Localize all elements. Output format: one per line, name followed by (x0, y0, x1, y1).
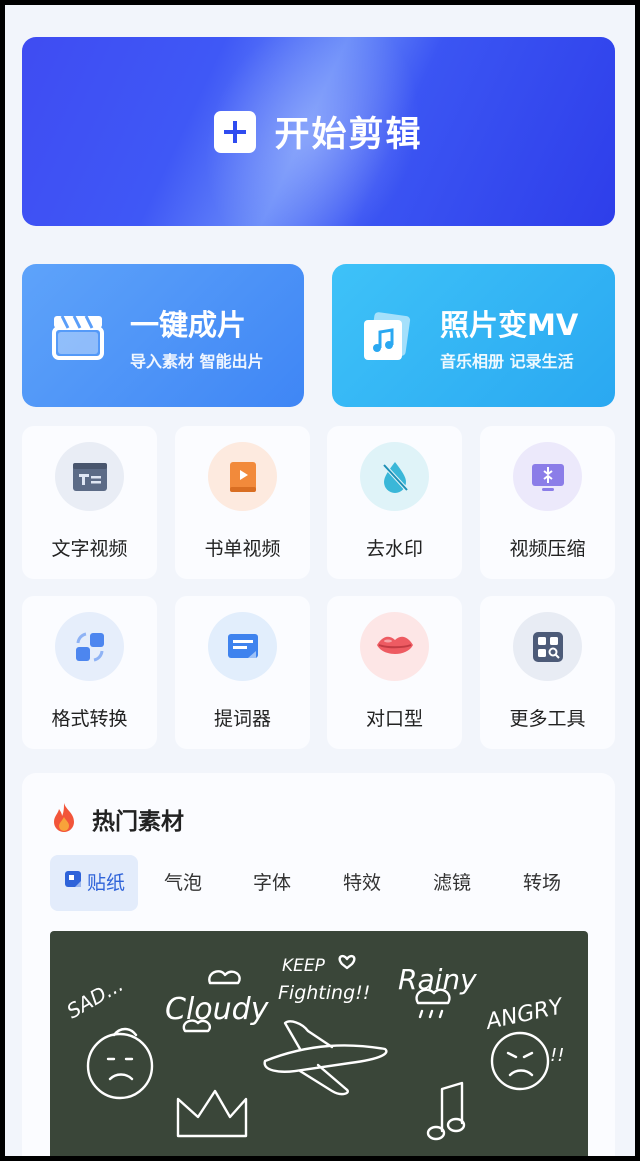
tab-label: 特效 (343, 872, 382, 894)
plus-icon (214, 110, 257, 153)
sticker-word: SAD... (63, 972, 128, 1023)
hot-materials-panel: 热门素材 贴纸 气泡 字体 特效 滤镜 转场 SAD... Cloudy KEE… (22, 773, 615, 1156)
feature-title: 照片变MV (440, 308, 579, 342)
video-compress-icon (513, 442, 582, 511)
tab-label: 滤镜 (433, 872, 472, 894)
tab-bubbles[interactable]: 气泡 (164, 855, 202, 911)
lip-sync-icon (360, 612, 429, 681)
tool-label: 更多工具 (509, 708, 586, 730)
sticker-word: ANGRY (482, 994, 566, 1035)
format-convert-icon (55, 612, 124, 681)
book-video-icon (208, 442, 277, 511)
tab-label: 气泡 (164, 872, 203, 894)
hot-materials-header: 热门素材 (50, 801, 184, 837)
sticker-word: Fighting!! (278, 982, 370, 1004)
tool-video-compress[interactable]: 视频压缩 (480, 426, 615, 579)
tab-stickers[interactable]: 贴纸 (50, 855, 138, 911)
cloud-sticker (208, 970, 241, 985)
tool-lip-sync[interactable]: 对口型 (327, 596, 462, 749)
tool-label: 书单视频 (204, 538, 281, 560)
sticker-tab-icon (63, 855, 83, 911)
tab-label: 转场 (523, 872, 562, 894)
one-click-video-card[interactable]: 一键成片 导入素材 智能出片 (22, 264, 304, 407)
plane-sticker (263, 1044, 388, 1073)
start-edit-label: 开始剪辑 (274, 115, 423, 155)
clapperboard-icon (50, 308, 106, 364)
tool-label: 去水印 (365, 538, 423, 560)
sad-face-sticker (86, 1032, 154, 1100)
feature-subtitle: 导入素材 智能出片 (130, 352, 264, 371)
tool-teleprompter[interactable]: 提词器 (175, 596, 310, 749)
photo-music-icon (358, 308, 414, 364)
tab-fonts[interactable]: 字体 (253, 855, 291, 911)
sticker-word: Cloudy (165, 992, 270, 1027)
tool-more-tools[interactable]: 更多工具 (480, 596, 615, 749)
tab-label: 字体 (253, 872, 292, 894)
tool-label: 对口型 (365, 708, 423, 730)
crown-sticker (176, 1089, 248, 1138)
sticker-preview-board[interactable]: SAD... Cloudy KEEP Fighting!! Rainy ANGR… (50, 931, 588, 1156)
start-edit-button[interactable]: 开始剪辑 (22, 37, 615, 226)
feature-title: 一键成片 (130, 308, 247, 342)
feature-subtitle: 音乐相册 记录生活 (440, 352, 574, 371)
tab-label: 贴纸 (86, 872, 125, 894)
music-note-sticker (440, 1081, 464, 1133)
material-tabs: 贴纸 气泡 字体 特效 滤镜 转场 (50, 855, 595, 911)
text-video-icon (55, 442, 124, 511)
tool-book-video[interactable]: 书单视频 (175, 426, 310, 579)
hot-materials-title: 热门素材 (92, 809, 184, 835)
tool-label: 视频压缩 (509, 538, 586, 560)
tool-text-video[interactable]: 文字视频 (22, 426, 157, 579)
angry-face-sticker (490, 1031, 550, 1091)
tool-format-convert[interactable]: 格式转换 (22, 596, 157, 749)
more-tools-icon (513, 612, 582, 681)
sticker-word: Rainy (398, 963, 477, 996)
tool-label: 格式转换 (51, 708, 128, 730)
sticker-word: !! (550, 1045, 564, 1066)
tool-remove-watermark[interactable]: 去水印 (327, 426, 462, 579)
photo-to-mv-card[interactable]: 照片变MV 音乐相册 记录生活 (332, 264, 615, 407)
tab-effects[interactable]: 特效 (343, 855, 381, 911)
sticker-word: KEEP (282, 956, 326, 976)
app-screen: 开始剪辑 一键成片 导入素材 智能出片 照片变MV 音乐相册 记录生活 文字视频… (5, 5, 635, 1156)
teleprompter-icon (208, 612, 277, 681)
sticker-doodles: SAD... Cloudy KEEP Fighting!! Rainy ANGR… (63, 954, 566, 1141)
flame-icon (50, 801, 78, 837)
tool-label: 提词器 (213, 708, 271, 730)
watermark-remove-icon (360, 442, 429, 511)
tab-filters[interactable]: 滤镜 (433, 855, 471, 911)
tool-label: 文字视频 (51, 538, 128, 560)
tab-transitions[interactable]: 转场 (523, 855, 561, 911)
